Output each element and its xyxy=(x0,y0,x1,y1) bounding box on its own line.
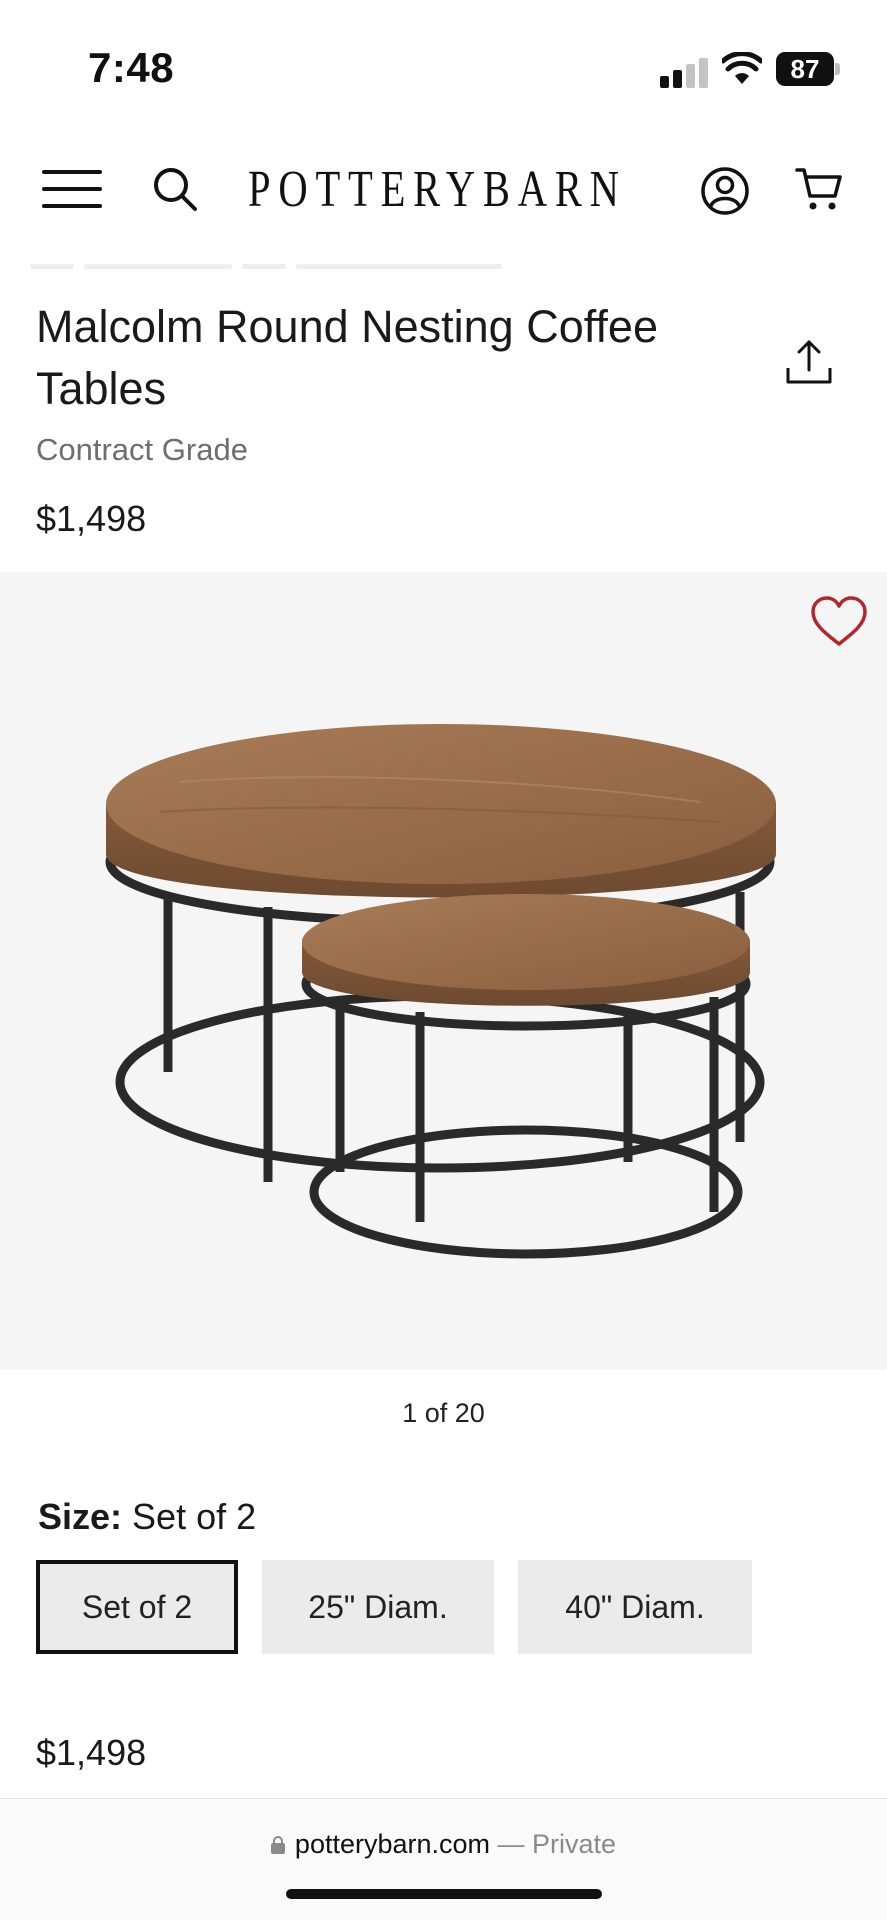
lock-icon xyxy=(270,1836,285,1854)
share-icon[interactable] xyxy=(782,336,836,390)
product-image[interactable] xyxy=(0,572,887,1370)
home-indicator[interactable] xyxy=(286,1889,602,1899)
brand-logo[interactable]: POTTERYBARN xyxy=(248,160,627,220)
status-time: 7:48 xyxy=(88,44,175,91)
url-domain: potterybarn.com xyxy=(294,1829,491,1859)
battery-icon: 87 xyxy=(776,52,840,86)
size-option-40-diam[interactable]: 40" Diam. xyxy=(518,1560,752,1654)
size-label: Size: Set of 2 xyxy=(38,1496,256,1538)
browser-address-bar[interactable]: potterybarn.com — Private xyxy=(0,1798,887,1920)
product-title: Malcolm Round Nesting Coffee Tables xyxy=(36,301,658,414)
heart-icon[interactable] xyxy=(808,594,870,650)
product-price: $1,498 xyxy=(36,498,147,539)
private-mode-label: Private xyxy=(532,1829,617,1859)
url-display[interactable]: potterybarn.com — Private xyxy=(0,1829,887,1860)
status-bar: 7:48 87 xyxy=(0,0,887,130)
cart-icon[interactable] xyxy=(794,164,844,214)
gallery-counter: 1 of 20 xyxy=(402,1398,485,1428)
product-subtitle: Contract Grade xyxy=(36,432,248,467)
size-selected-value: Set of 2 xyxy=(132,1496,257,1537)
wifi-icon xyxy=(722,52,762,84)
size-option-set-of-2[interactable]: Set of 2 xyxy=(36,1560,238,1654)
selected-price: $1,498 xyxy=(36,1732,147,1773)
account-icon[interactable] xyxy=(700,166,750,216)
search-icon[interactable] xyxy=(150,164,200,214)
size-option-25-diam[interactable]: 25" Diam. xyxy=(262,1560,494,1654)
url-separator: — xyxy=(490,1829,533,1859)
menu-icon[interactable] xyxy=(42,168,102,210)
battery-level: 87 xyxy=(776,52,834,86)
size-label-key: Size: xyxy=(38,1496,123,1537)
cellular-signal-icon xyxy=(660,58,708,88)
product-gallery[interactable] xyxy=(0,572,887,1370)
site-header: POTTERYBARN xyxy=(0,150,887,230)
breadcrumb-placeholder xyxy=(30,264,510,270)
